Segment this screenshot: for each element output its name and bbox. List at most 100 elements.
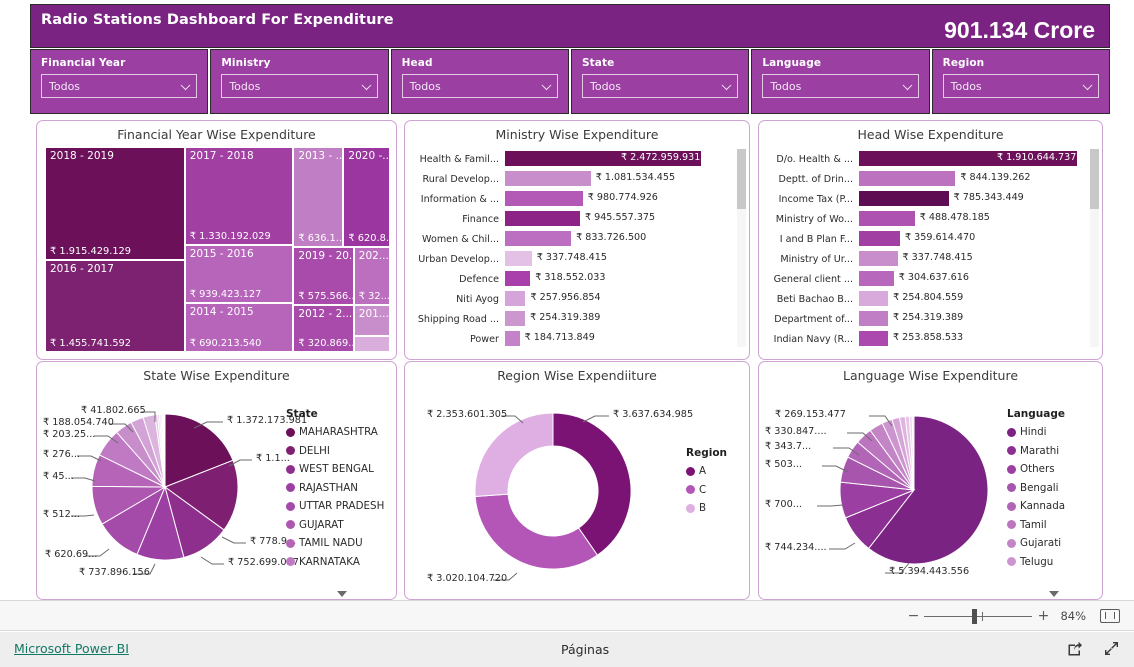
microsoft-power-bi-link[interactable]: Microsoft Power BI bbox=[14, 641, 129, 656]
treemap-tile[interactable]: 2019 - 20... ₹ 575.566.... bbox=[293, 247, 354, 305]
bar-fill[interactable] bbox=[505, 251, 532, 266]
slicer-dropdown[interactable]: Todos bbox=[41, 74, 198, 98]
bar-chart-row[interactable]: Information & ... ₹ 980.774.926 bbox=[411, 189, 745, 209]
treemap-plot[interactable]: 2018 - 2019 ₹ 1.915.429.129 2016 - 2017 ₹ 1… bbox=[45, 147, 390, 352]
bar-fill[interactable] bbox=[505, 291, 526, 306]
visual-language-pie[interactable]: Language Wise Expenditure ₹ 5.394.443.55… bbox=[758, 361, 1103, 600]
bar-chart-row[interactable]: Ministry of Wo... ₹ 488.478.185 bbox=[765, 209, 1099, 229]
legend-item[interactable]: TAMIL NADU bbox=[286, 537, 384, 549]
bar-chart-row[interactable]: Deptt. of Drin... ₹ 844.139.262 bbox=[765, 169, 1099, 189]
slicer-dropdown[interactable]: Todos bbox=[581, 74, 739, 98]
legend-item[interactable]: Hindi bbox=[1007, 426, 1065, 438]
zoom-control[interactable]: − + 84% bbox=[906, 601, 1120, 631]
visual-financial-year-treemap[interactable]: Financial Year Wise Expenditure 2018 - 2… bbox=[36, 120, 397, 360]
slicer-dropdown[interactable]: Todos bbox=[762, 74, 919, 98]
bar-fill[interactable] bbox=[505, 271, 531, 286]
bar-chart-row[interactable]: Finance ₹ 945.557.375 bbox=[411, 209, 745, 229]
legend-region[interactable]: Region A C B bbox=[686, 447, 727, 521]
treemap-tile[interactable]: 2016 - 2017 ₹ 1.455.741.592 bbox=[45, 259, 185, 352]
treemap-tile[interactable]: 2015 - 2016 ₹ 939.423.127 bbox=[184, 245, 294, 303]
visual-region-donut[interactable]: Region Wise Expendiiture ₹ 3.637.634.985… bbox=[404, 361, 750, 600]
bar-chart-row[interactable]: Indian Navy (R... ₹ 253.858.533 bbox=[765, 329, 1099, 349]
legend-item[interactable]: Telugu bbox=[1007, 556, 1065, 568]
legend-more-icon[interactable] bbox=[1049, 591, 1059, 597]
bar-fill[interactable] bbox=[859, 191, 949, 206]
slicer-language[interactable]: Language Todos bbox=[751, 49, 930, 114]
fit-to-page-icon[interactable] bbox=[1100, 609, 1120, 623]
bar-fill[interactable] bbox=[859, 251, 898, 266]
treemap-tile[interactable]: 202... ₹ 32... bbox=[353, 247, 390, 305]
bar-chart-row[interactable]: Power ₹ 184.713.849 bbox=[411, 329, 745, 349]
treemap-tile[interactable]: 2017 - 2018 ₹ 1.330.192.029 bbox=[184, 147, 294, 246]
bar-fill[interactable] bbox=[859, 311, 889, 326]
slicer-dropdown[interactable]: Todos bbox=[221, 74, 378, 98]
legend-item[interactable]: Marathi bbox=[1007, 445, 1065, 457]
bar-chart-row[interactable]: General client ... ₹ 304.637.616 bbox=[765, 269, 1099, 289]
visual-ministry-bar[interactable]: Ministry Wise Expenditure Health & Famil… bbox=[404, 120, 750, 360]
legend-item[interactable]: Gujarati bbox=[1007, 537, 1065, 549]
bar-fill[interactable] bbox=[505, 211, 580, 226]
treemap-tile[interactable]: 2013 - ... ₹ 636.1... bbox=[293, 147, 344, 248]
bar-chart-row[interactable]: Ministry of Ur... ₹ 337.748.415 bbox=[765, 249, 1099, 269]
share-icon[interactable] bbox=[1066, 640, 1083, 661]
legend-item[interactable]: B bbox=[686, 502, 727, 514]
zoom-slider-thumb[interactable] bbox=[972, 609, 978, 624]
slicer-ministry[interactable]: Ministry Todos bbox=[210, 49, 389, 114]
legend-item[interactable]: C bbox=[686, 484, 727, 496]
legend-item[interactable]: MAHARASHTRA bbox=[286, 426, 384, 438]
slicer-region[interactable]: Region Todos bbox=[931, 49, 1110, 114]
legend-more-icon[interactable] bbox=[337, 591, 347, 597]
treemap-tile[interactable] bbox=[353, 335, 390, 352]
zoom-in-button[interactable]: + bbox=[1036, 608, 1050, 624]
bar-chart-row[interactable]: Shipping Road ... ₹ 254.319.389 bbox=[411, 309, 745, 329]
pages-label[interactable]: Páginas bbox=[561, 642, 609, 657]
slicer-state[interactable]: State Todos bbox=[570, 49, 750, 114]
bar-chart-plot[interactable]: D/o. Health & ... ₹ 1.910.644.737 Deptt. o… bbox=[765, 149, 1099, 349]
visual-head-bar[interactable]: Head Wise Expenditure D/o. Health & ... ₹… bbox=[758, 120, 1103, 360]
treemap-tile[interactable]: 2020 -... ₹ 620.8... bbox=[343, 147, 390, 248]
zoom-slider[interactable] bbox=[924, 601, 1033, 631]
slicer-dropdown[interactable]: Todos bbox=[942, 74, 1099, 98]
bar-chart-row[interactable]: Department of... ₹ 254.319.389 bbox=[765, 309, 1099, 329]
scrollbar-thumb[interactable] bbox=[737, 149, 746, 209]
fullscreen-icon[interactable] bbox=[1103, 640, 1120, 661]
bar-fill[interactable] bbox=[505, 231, 572, 246]
bar-fill[interactable] bbox=[859, 331, 888, 346]
treemap-tile[interactable]: 2014 - 2015 ₹ 690.213.540 bbox=[184, 302, 294, 352]
legend-item[interactable]: Kannada bbox=[1007, 500, 1065, 512]
bar-fill[interactable] bbox=[859, 171, 956, 186]
legend-item[interactable]: A bbox=[686, 465, 727, 477]
bar-fill[interactable] bbox=[859, 291, 889, 306]
zoom-out-button[interactable]: − bbox=[906, 608, 920, 624]
bar-chart-row[interactable]: Beti Bachao B... ₹ 254.804.559 bbox=[765, 289, 1099, 309]
legend-item[interactable]: DELHI bbox=[286, 445, 384, 457]
scrollbar-thumb[interactable] bbox=[1090, 149, 1099, 209]
bar-fill[interactable] bbox=[859, 271, 894, 286]
bar-fill[interactable] bbox=[505, 191, 583, 206]
bar-chart-row[interactable]: Rural Develop... ₹ 1.081.534.455 bbox=[411, 169, 745, 189]
bar-chart-row[interactable]: Women & Chil... ₹ 833.726.500 bbox=[411, 229, 745, 249]
bar-chart-row[interactable]: D/o. Health & ... ₹ 1.910.644.737 bbox=[765, 149, 1099, 169]
bar-fill[interactable] bbox=[859, 231, 901, 246]
legend-item[interactable]: Others bbox=[1007, 463, 1065, 475]
vertical-scrollbar[interactable] bbox=[737, 149, 746, 347]
bar-chart-plot[interactable]: Health & Famil... ₹ 2.472.959.931 Rural De… bbox=[411, 149, 745, 349]
slicer-head[interactable]: Head Todos bbox=[390, 49, 569, 114]
legend-item[interactable]: KARNATAKA bbox=[286, 556, 384, 568]
bar-chart-row[interactable]: Income Tax (P... ₹ 785.343.449 bbox=[765, 189, 1099, 209]
vertical-scrollbar[interactable] bbox=[1090, 149, 1099, 347]
treemap-tile[interactable]: 2018 - 2019 ₹ 1.915.429.129 bbox=[45, 147, 185, 260]
bar-chart-row[interactable]: Defence ₹ 318.552.033 bbox=[411, 269, 745, 289]
legend-item[interactable]: GUJARAT bbox=[286, 519, 384, 531]
bar-chart-row[interactable]: Niti Ayog ₹ 257.956.854 bbox=[411, 289, 745, 309]
slicer-dropdown[interactable]: Todos bbox=[401, 74, 558, 98]
bar-fill[interactable] bbox=[505, 171, 591, 186]
bar-fill[interactable] bbox=[859, 211, 915, 226]
legend-item[interactable]: RAJASTHAN bbox=[286, 482, 384, 494]
bar-fill[interactable] bbox=[505, 311, 526, 326]
treemap-tile[interactable]: 2012 - 2... ₹ 320.869.... bbox=[293, 304, 354, 352]
bar-chart-row[interactable]: I and B Plan F... ₹ 359.614.470 bbox=[765, 229, 1099, 249]
visual-state-pie[interactable]: State Wise Expenditure ₹ 1.372.173.981 ₹ … bbox=[36, 361, 397, 600]
legend-item[interactable]: Bengali bbox=[1007, 482, 1065, 494]
legend-item[interactable]: UTTAR PRADESH bbox=[286, 500, 384, 512]
